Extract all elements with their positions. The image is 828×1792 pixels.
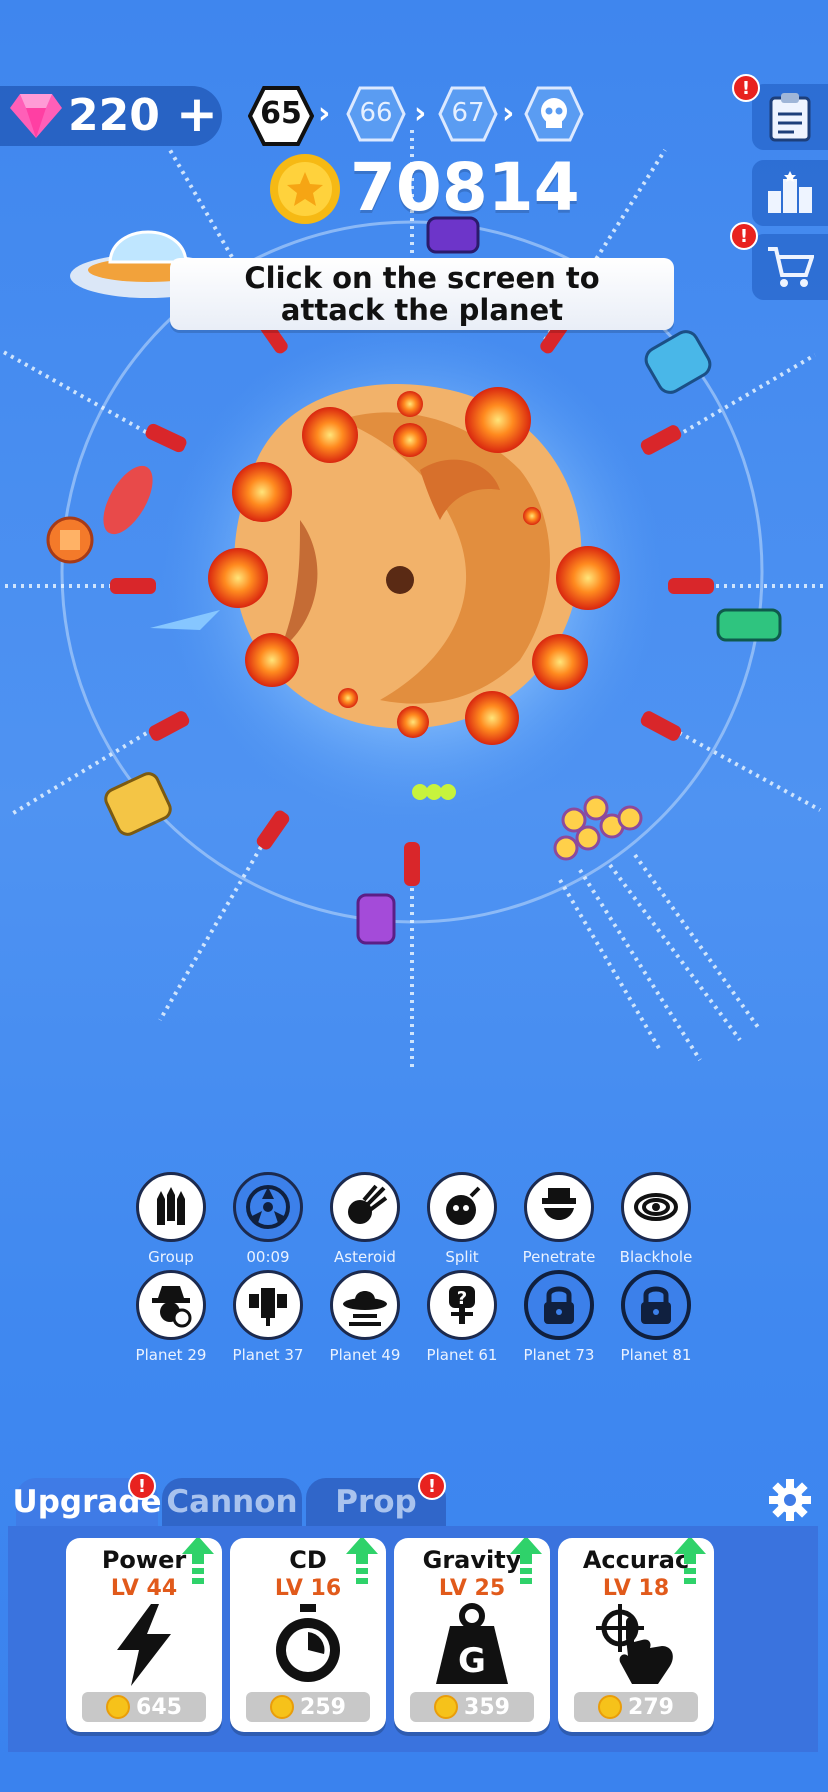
lightning-icon <box>117 1604 171 1686</box>
chevron-right-icon: › <box>502 96 515 131</box>
tasks-alert-badge: ! <box>732 74 760 102</box>
upgrade-card-gravity[interactable]: Gravity LV 25 G 359 <box>394 1538 550 1732</box>
upgrade-price: 359 <box>410 1692 534 1722</box>
shop-alert-badge: ! <box>730 222 758 250</box>
question-drop-icon: ? <box>449 1286 475 1324</box>
coin-icon <box>106 1695 131 1719</box>
upgrade-arrow-icon <box>510 1538 542 1584</box>
skill-label: Planet 61 <box>426 1346 498 1364</box>
weight-icon: G <box>436 1603 508 1684</box>
coin-icon <box>270 1695 295 1719</box>
alien-hat-clock-icon <box>152 1286 192 1328</box>
skill-label: Split <box>445 1248 479 1266</box>
ufo-icon <box>343 1291 387 1326</box>
level-after-label: 67 <box>451 98 485 128</box>
skill-label: Asteroid <box>334 1248 396 1266</box>
skill-label: Planet 49 <box>329 1346 401 1364</box>
gear-icon[interactable] <box>768 1478 812 1522</box>
upgrade-alert-badge: ! <box>128 1472 156 1500</box>
skill-planet-61[interactable]: ? Planet 61 <box>419 1270 505 1364</box>
level-next-label: 66 <box>359 98 393 128</box>
tab-cannon[interactable]: Cannon <box>162 1478 302 1526</box>
shop-cart-icon <box>768 247 814 287</box>
skill-label: Planet 29 <box>135 1346 207 1364</box>
leaderboard-icon <box>768 171 812 213</box>
skill-planet-73[interactable]: Planet 73 <box>516 1270 602 1364</box>
rocket-group-icon <box>157 1187 185 1225</box>
coin-icon <box>434 1695 459 1719</box>
skill-label: Planet 73 <box>523 1346 595 1364</box>
blackhole-icon <box>634 1193 678 1221</box>
weight-letter: G <box>458 1641 486 1681</box>
gem-icon <box>10 94 62 138</box>
gem-count: 220 <box>68 90 160 141</box>
penetrate-icon <box>542 1188 576 1220</box>
skill-label: Blackhole <box>619 1248 693 1266</box>
split-bomb-icon <box>446 1186 481 1225</box>
attack-hint-banner: Click on the screen to attack the planet <box>170 258 674 330</box>
skill-planet-37[interactable]: Planet 37 <box>225 1270 311 1364</box>
skill-label: Group <box>148 1248 194 1266</box>
asteroid-icon <box>348 1184 388 1224</box>
tab-label: Cannon <box>166 1484 298 1520</box>
satellite-icon <box>249 1288 287 1326</box>
skill-label: Planet 37 <box>232 1346 304 1364</box>
upgrade-card-accuracy[interactable]: Accurac LV 18 279 <box>558 1538 714 1732</box>
skill-planet-81[interactable]: Planet 81 <box>613 1270 699 1364</box>
skill-label: Planet 81 <box>620 1346 692 1364</box>
hint-line-2: attack the planet <box>280 293 564 327</box>
leaderboard-button[interactable] <box>752 160 828 226</box>
chevron-right-icon: › <box>318 96 331 131</box>
shop-button[interactable] <box>752 234 828 300</box>
skill-label: Penetrate <box>522 1248 596 1266</box>
radiation-cooldown-icon <box>246 1185 290 1229</box>
upgrade-card-cd[interactable]: CD LV 16 259 <box>230 1538 386 1732</box>
skill-asteroid[interactable]: Asteroid <box>322 1172 408 1266</box>
skill-penetrate[interactable]: Penetrate <box>516 1172 602 1266</box>
skill-planet-49[interactable]: Planet 49 <box>322 1270 408 1364</box>
upgrade-arrow-icon <box>346 1538 378 1584</box>
lock-icon <box>641 1286 671 1324</box>
task-clipboard-icon <box>769 93 811 142</box>
plus-icon: + <box>176 85 218 143</box>
upgrade-card-power[interactable]: Power LV 44 645 <box>66 1538 222 1732</box>
skill-blackhole[interactable]: Blackhole <box>613 1172 699 1266</box>
chevron-right-icon: › <box>414 96 427 131</box>
upgrade-price: 259 <box>246 1692 370 1722</box>
rocket-cluster <box>553 795 643 861</box>
tasks-button[interactable] <box>752 84 828 150</box>
target-hand-icon <box>596 1604 673 1684</box>
upgrade-arrow-icon <box>674 1538 706 1584</box>
skill-split[interactable]: Split <box>419 1172 505 1266</box>
coin-icon <box>270 154 340 224</box>
skill-radiation[interactable]: 00:09 <box>225 1172 311 1266</box>
lock-icon <box>544 1286 574 1324</box>
hint-line-1: Click on the screen to <box>244 261 600 295</box>
stopwatch-icon <box>276 1604 340 1682</box>
coin-icon <box>598 1695 623 1719</box>
tab-label: Prop <box>335 1484 417 1520</box>
coin-count: 70814 <box>350 149 580 226</box>
skill-cooldown-timer: 00:09 <box>246 1248 290 1266</box>
level-current-label: 65 <box>260 96 302 131</box>
skill-group[interactable]: Group <box>128 1172 214 1266</box>
upgrade-price: 279 <box>574 1692 698 1722</box>
upgrade-price: 645 <box>82 1692 206 1722</box>
skull-icon <box>524 86 584 142</box>
upgrade-arrow-icon <box>182 1538 214 1584</box>
svg-text:?: ? <box>457 1288 467 1309</box>
add-gems-button[interactable]: + <box>176 89 218 139</box>
skill-planet-29[interactable]: Planet 29 <box>128 1270 214 1364</box>
prop-alert-badge: ! <box>418 1472 446 1500</box>
